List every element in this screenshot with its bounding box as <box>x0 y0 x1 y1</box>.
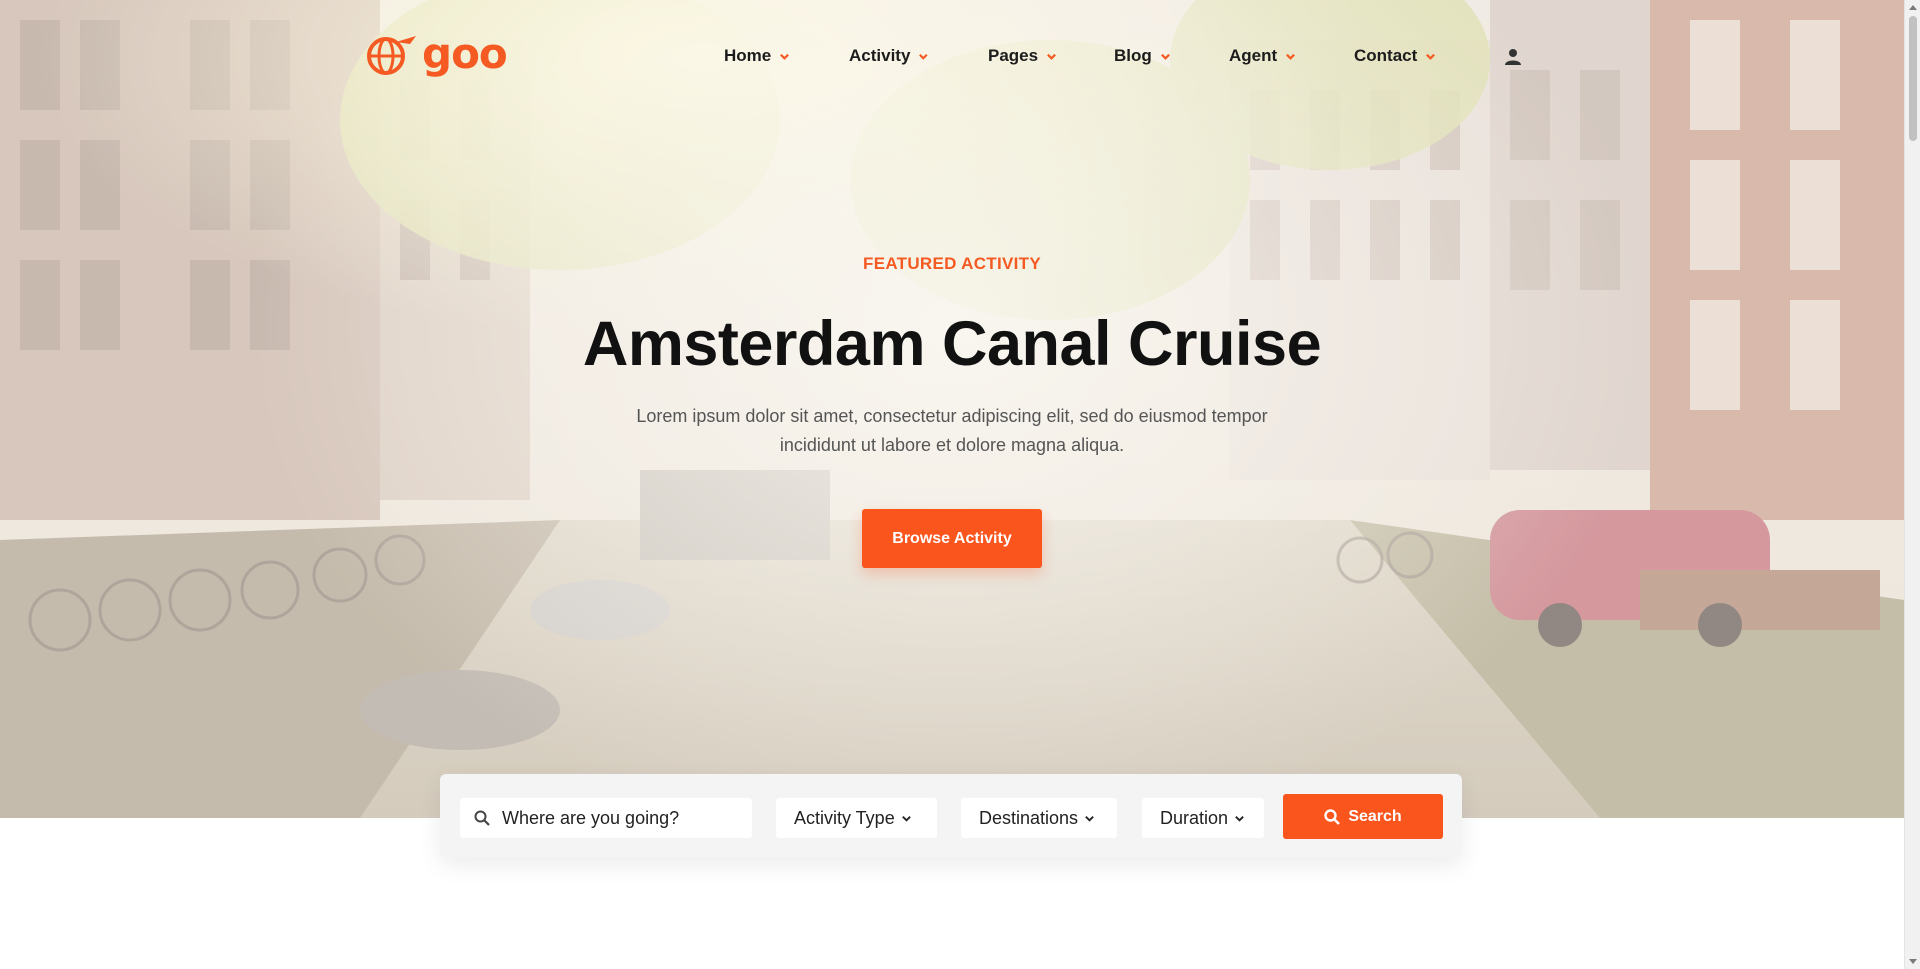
search-icon <box>474 810 490 826</box>
nav-label: Contact <box>1354 46 1418 65</box>
activity-type-select[interactable]: Activity Type <box>776 798 937 838</box>
select-label: Duration <box>1160 807 1229 828</box>
search-input[interactable] <box>502 807 742 829</box>
select-label: Activity Type <box>794 807 895 828</box>
nav-item-blog[interactable]: Blog <box>1114 46 1174 66</box>
search-button[interactable]: Search <box>1283 794 1443 839</box>
chevron-down-icon <box>1047 53 1057 60</box>
browse-activity-button[interactable]: Browse Activity <box>862 509 1042 568</box>
chevron-down-icon <box>901 815 911 822</box>
site-logo[interactable]: goo <box>366 29 508 78</box>
duration-select[interactable]: Duration <box>1142 798 1264 838</box>
globe-logo-icon <box>367 36 416 75</box>
search-bar: Activity Type Destinations Duration Sear… <box>440 774 1462 857</box>
page-scrollbar[interactable] <box>1904 0 1920 969</box>
chevron-down-icon <box>1085 815 1094 822</box>
chevron-down-icon <box>1426 53 1436 60</box>
select-label: Destinations <box>979 807 1079 828</box>
logo-text: goo <box>422 29 508 78</box>
user-icon[interactable] <box>1504 48 1522 66</box>
nav-label: Agent <box>1229 46 1278 65</box>
scrollbar-thumb[interactable] <box>1909 16 1917 141</box>
nav-label: Home <box>724 46 772 65</box>
nav-item-pages[interactable]: Pages <box>988 46 1058 66</box>
chevron-down-icon <box>780 53 790 60</box>
nav-label: Blog <box>1114 46 1152 65</box>
chevron-down-icon <box>1160 53 1170 60</box>
search-icon <box>1324 808 1341 825</box>
scroll-down-arrow-icon[interactable] <box>1909 959 1917 964</box>
hero-eyebrow: FEATURED ACTIVITY <box>863 254 1041 273</box>
chevron-down-icon <box>1235 815 1244 822</box>
search-button-label: Search <box>1348 807 1402 825</box>
destinations-select[interactable]: Destinations <box>961 798 1117 838</box>
scroll-up-arrow-icon[interactable] <box>1909 5 1917 10</box>
hero-title: Amsterdam Canal Cruise <box>582 309 1322 379</box>
nav-item-agent[interactable]: Agent <box>1229 46 1299 66</box>
destination-search-field[interactable] <box>460 798 752 838</box>
nav-label: Activity <box>849 46 911 65</box>
hero-description: Lorem ipsum dolor sit amet, consectetur … <box>636 406 1268 455</box>
main-nav: Home Activity Pages Blog Agent Contact <box>724 46 1438 66</box>
nav-label: Pages <box>988 46 1039 65</box>
nav-item-activity[interactable]: Activity <box>849 46 929 66</box>
nav-item-home[interactable]: Home <box>724 46 794 66</box>
chevron-down-icon <box>919 53 928 60</box>
chevron-down-icon <box>1286 53 1296 60</box>
nav-item-contact[interactable]: Contact <box>1354 46 1438 66</box>
